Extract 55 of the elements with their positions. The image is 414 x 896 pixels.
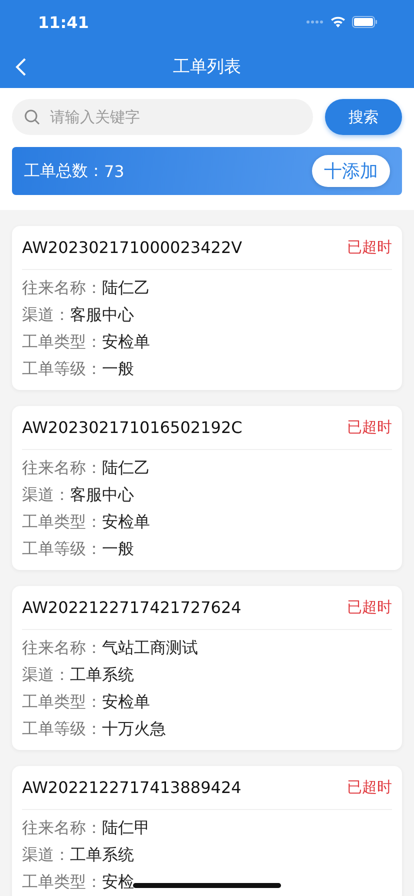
order-status: 已超时: [347, 238, 392, 257]
field-value: 陆仁乙: [102, 458, 150, 476]
total-label: 工单总数：: [24, 160, 104, 182]
order-number: AW202302171016502192C: [22, 418, 242, 437]
status-time: 11:41: [38, 12, 90, 32]
field-value: 安检单: [102, 512, 150, 530]
field-value: 工单系统: [70, 666, 134, 684]
field-label: 渠道：: [22, 846, 70, 864]
order-status: 已超时: [347, 778, 392, 797]
field-value: 陆仁甲: [102, 818, 150, 836]
search-button[interactable]: 搜索: [325, 99, 402, 135]
search-icon: [24, 109, 40, 125]
field-label: 往来名称：: [22, 458, 102, 476]
field-value: 一般: [102, 360, 134, 378]
order-card[interactable]: AW2022122717421727624 已超时 往来名称：气站工商测试 渠道：工单系统 工单类型：安检单 工单等级：十万火急: [12, 586, 402, 750]
back-icon[interactable]: [14, 57, 28, 77]
field-value: 客服中心: [70, 486, 134, 504]
field-value: 气站工商测试: [102, 638, 198, 656]
field-label: 工单类型：: [22, 332, 102, 350]
field-label: 往来名称：: [22, 278, 102, 296]
search-field[interactable]: 请输入关键字: [12, 99, 313, 135]
field-value: 客服中心: [70, 306, 134, 324]
field-value: 十万火急: [102, 720, 166, 738]
field-value: 一般: [102, 540, 134, 558]
add-button[interactable]: 十添加: [312, 155, 390, 187]
field-label: 工单等级：: [22, 360, 102, 378]
order-status: 已超时: [347, 418, 392, 437]
field-label: 往来名称：: [22, 638, 102, 656]
order-number: AW202302171000023422V: [22, 238, 242, 257]
order-card[interactable]: AW202302171016502192C 已超时 往来名称：陆仁乙 渠道：客服中心 工单类型：安检单 工单等级：一般: [12, 406, 402, 570]
page-title: 工单列表: [173, 56, 241, 78]
signal-icon: [306, 20, 324, 24]
field-label: 工单等级：: [22, 540, 102, 558]
field-label: 渠道：: [22, 666, 70, 684]
field-value: 安检单: [102, 332, 150, 350]
order-card[interactable]: AW202302171000023422V 已超时 往来名称：陆仁乙 渠道：客服中心 工单类型：安检单 工单等级：一般: [12, 226, 402, 390]
field-value: 安检: [102, 872, 134, 890]
wifi-icon: [330, 16, 346, 28]
field-value: 安检单: [102, 692, 150, 710]
field-label: 工单等级：: [22, 720, 102, 738]
order-number: AW2022122717413889424: [22, 778, 242, 797]
field-label: 工单类型：: [22, 692, 102, 710]
field-label: 渠道：: [22, 306, 70, 324]
order-status: 已超时: [347, 598, 392, 617]
total-count: 73: [104, 162, 126, 180]
field-label: 工单类型：: [22, 512, 102, 530]
field-label: 工单类型：: [22, 872, 102, 890]
search-input[interactable]: 请输入关键字: [48, 107, 301, 127]
order-card[interactable]: AW2022122717413889424 已超时 往来名称：陆仁甲 渠道：工单系统 工单类型：安检: [12, 766, 402, 896]
field-label: 渠道：: [22, 486, 70, 504]
field-value: 工单系统: [70, 846, 134, 864]
field-label: 往来名称：: [22, 818, 102, 836]
field-value: 陆仁乙: [102, 278, 150, 296]
order-number: AW2022122717421727624: [22, 598, 242, 617]
battery-icon: [352, 16, 378, 28]
